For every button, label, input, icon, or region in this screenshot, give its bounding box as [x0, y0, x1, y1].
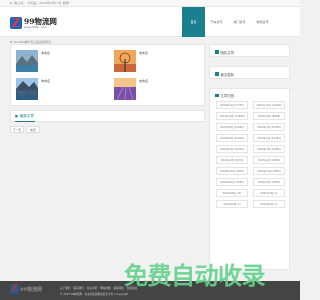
post-thumbnail[interactable]	[114, 78, 136, 100]
post-card[interactable]: 未命名	[14, 76, 99, 102]
footer-link[interactable]: 投稿须知	[114, 286, 124, 290]
square-icon	[215, 72, 219, 76]
logo-name: 99物流网	[24, 16, 57, 26]
recent-updates-widget: 最近更新	[209, 66, 290, 79]
archive-item[interactable]: 2023年10月 (13894)	[216, 112, 248, 120]
widget-title: 随机文章	[220, 50, 235, 55]
footer-link[interactable]: 免责声明	[87, 286, 97, 290]
widget-title: 最近更新	[220, 72, 235, 77]
pagination: 下一页 末页	[10, 126, 40, 133]
next-page-button[interactable]: 下一页	[10, 126, 24, 133]
square-icon	[215, 93, 219, 98]
logo-badge: Z	[10, 16, 22, 30]
home-icon: ⌂	[10, 1, 13, 5]
archive-item[interactable]: 2023年4月 (39700)	[216, 145, 248, 153]
greeting-text: 晚上好！ 今天是：2024年2月15日 星期一	[14, 1, 72, 5]
post-title[interactable]: 未命名	[41, 79, 50, 83]
random-articles-widget: 随机文章	[209, 44, 290, 57]
nav-item-home[interactable]: 首页	[182, 7, 205, 37]
logo-badge: Z	[10, 284, 19, 294]
latest-title: 最新文章	[19, 113, 34, 118]
archive-item[interactable]: 2022年9月 (1865)	[253, 178, 285, 186]
post-card[interactable]: 未命名	[14, 48, 99, 74]
archive-item[interactable]: 2022年7月 (1)	[253, 189, 285, 197]
post-title[interactable]: 未命名	[139, 51, 148, 55]
archive-list: 2023年12月 (5745) 2023年11月 (11400) 2023年10…	[216, 101, 285, 208]
post-thumbnail[interactable]	[114, 50, 136, 72]
main-nav: 首页 汽车资讯 热门资讯 物流资讯	[182, 7, 274, 37]
archive-item[interactable]: 2023年8月 (12030)	[216, 123, 248, 131]
home-icon: ⌂	[10, 39, 13, 44]
footer-link[interactable]: 关于我们	[60, 286, 70, 290]
post-thumbnail[interactable]	[16, 78, 38, 100]
footer-link[interactable]: 联系我们	[73, 286, 83, 290]
archive-widget: 文章归档 2023年12月 (5745) 2023年11月 (11400) 20…	[209, 88, 290, 270]
archive-item[interactable]: 2023年3月 (13900)	[253, 145, 285, 153]
archive-item[interactable]: 2023年1月 (1960)	[253, 156, 285, 164]
archive-item[interactable]: 2022年12月 (1900)	[216, 167, 248, 175]
archive-item[interactable]: 2023年11月 (11400)	[253, 101, 285, 109]
archive-item[interactable]: 2023年7月 (12550)	[253, 123, 285, 131]
archive-item[interactable]: 2022年11月 (3050)	[253, 167, 285, 175]
footer-copyright: © 2023 99物流网 - 专业的货运物流信息平台 | Copyright	[60, 293, 129, 296]
site-logo[interactable]: Z 99物流网 www.99wl.com	[10, 13, 65, 33]
archive-item[interactable]: 2023年9月 (5658)	[253, 112, 285, 120]
footer-logo[interactable]: Z 99物流网	[10, 285, 42, 294]
archive-item[interactable]: 2023年6月 (10910)	[216, 134, 248, 142]
archive-item[interactable]: 2023年5月 (22784)	[253, 134, 285, 142]
archive-item[interactable]: 2022年5月 (1)	[253, 200, 285, 208]
breadcrumb-text[interactable]: Tell 8bl威尔克兰品运输知识	[14, 40, 51, 44]
latest-articles-header: ■ 最新文章	[10, 110, 205, 122]
doc-icon: ■	[15, 114, 18, 118]
logo-subtitle: www.99wl.com	[24, 25, 48, 29]
square-icon	[215, 50, 219, 54]
archive-item[interactable]: 2023年12月 (5745)	[216, 101, 248, 109]
post-title[interactable]: 未命名	[41, 51, 50, 55]
archive-item[interactable]: 2022年10月 (3280)	[216, 178, 248, 186]
top-bar: ⌂ 晚上好！ 今天是：2024年2月15日 星期一	[0, 0, 300, 7]
breadcrumb: ⌂ Tell 8bl威尔克兰品运输知识	[10, 38, 204, 45]
archive-item[interactable]: 2022年6月 (1)	[216, 200, 248, 208]
footer-link[interactable]: 网站地图	[100, 286, 110, 290]
post-thumbnail[interactable]	[16, 50, 38, 72]
archive-item[interactable]: 2023年2月 (3279)	[216, 156, 248, 164]
nav-item-hot-news[interactable]: 热门资讯	[228, 7, 251, 37]
widget-title: 文章归档	[220, 94, 235, 98]
footer-logo-text: 99物流网	[20, 287, 42, 293]
last-page-button[interactable]: 末页	[26, 126, 40, 133]
watermark-text: 免费自动收录	[124, 262, 266, 290]
post-card[interactable]: 未命名	[112, 48, 197, 74]
post-title[interactable]: 未命名	[139, 79, 148, 83]
post-card[interactable]: 未命名	[112, 76, 197, 102]
nav-item-car-news[interactable]: 汽车资讯	[205, 7, 228, 37]
archive-item[interactable]: 2022年8月 (19)	[216, 189, 248, 197]
post-grid: 未命名 未命名 未命名 未命名	[10, 44, 205, 106]
nav-item-logistics-news[interactable]: 物流资讯	[251, 7, 274, 37]
